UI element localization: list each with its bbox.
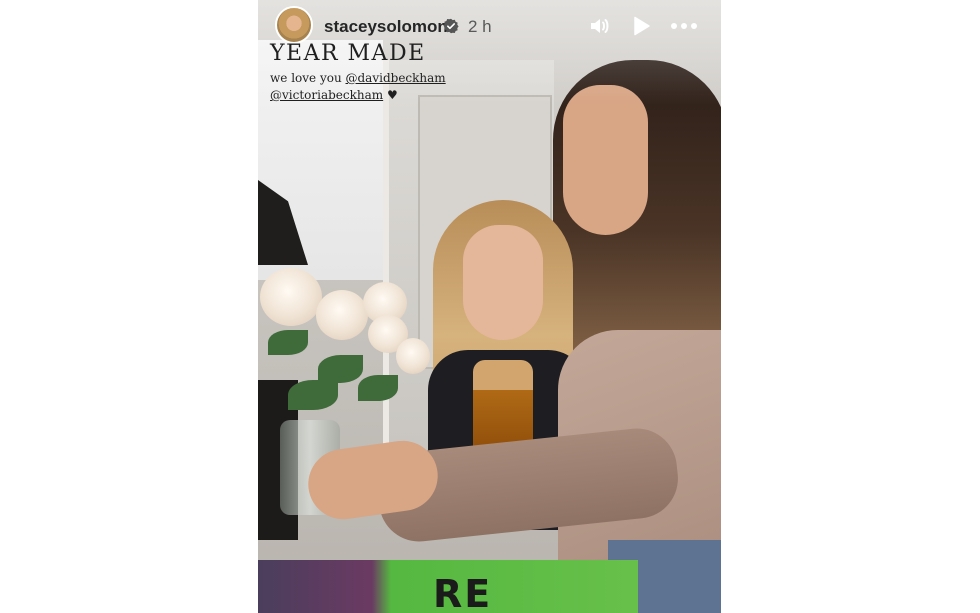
leaf: [268, 330, 308, 355]
leaf: [318, 355, 363, 383]
left-woman-face: [463, 225, 543, 340]
rose: [396, 338, 430, 374]
page: RE staceysolomon 2 h YEAR MADE we love y…: [0, 0, 980, 613]
rose: [316, 290, 368, 340]
speaker-icon[interactable]: [588, 14, 612, 38]
caption-text: we love you: [270, 71, 346, 85]
heart-icon: ♥: [386, 88, 398, 102]
verified-badge-icon: [443, 18, 459, 34]
box-lettering: RE: [433, 572, 493, 613]
play-icon[interactable]: [629, 14, 653, 38]
mention-davidbeckham[interactable]: @davidbeckham: [346, 71, 446, 85]
leaf: [288, 380, 338, 410]
story-caption-line: we love you @davidbeckham: [270, 71, 446, 85]
story-viewer[interactable]: RE staceysolomon 2 h YEAR MADE we love y…: [258, 0, 721, 613]
profile-avatar[interactable]: [275, 6, 313, 44]
story-caption-title: YEAR MADE: [270, 41, 426, 66]
more-options-icon[interactable]: [670, 14, 698, 38]
username-link[interactable]: staceysolomon: [324, 17, 448, 37]
leaf: [358, 375, 398, 401]
mention-victoriabeckham[interactable]: @victoriabeckham: [270, 88, 383, 102]
post-time: 2 h: [468, 17, 492, 36]
story-caption-line: @victoriabeckham ♥: [270, 88, 398, 102]
rose: [260, 268, 322, 326]
right-woman-face: [563, 85, 648, 235]
